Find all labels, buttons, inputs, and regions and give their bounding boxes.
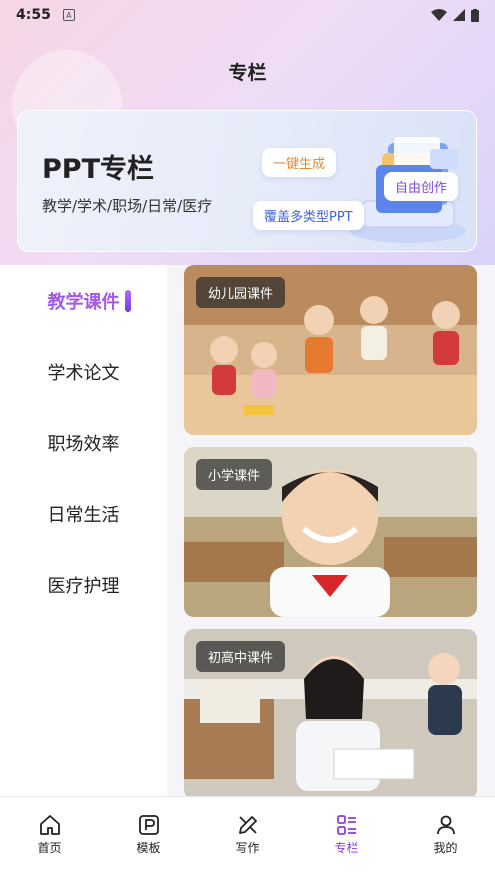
tag-free-create: 自由创作 bbox=[384, 172, 459, 201]
tab-column[interactable]: 专栏 bbox=[297, 797, 396, 880]
card-middle-high-school[interactable]: 初高中课件 bbox=[184, 629, 477, 796]
home-icon bbox=[39, 815, 60, 835]
bottom-tab-bar: 首页 模板 写作 专栏 我的 bbox=[0, 796, 495, 880]
tab-writing[interactable]: 写作 bbox=[198, 797, 297, 880]
banner-subtitle: 教学/学术/职场/日常/医疗 bbox=[42, 197, 213, 215]
sidebar-item-daily[interactable]: 日常生活 bbox=[0, 478, 167, 549]
template-icon bbox=[138, 815, 159, 835]
category-sidebar: 教学课件 学术论文 职场效率 日常生活 医疗护理 bbox=[0, 265, 167, 796]
status-icons bbox=[431, 8, 479, 22]
battery-icon bbox=[471, 8, 479, 22]
ppt-banner[interactable]: PPT专栏 教学/学术/职场/日常/医疗 一键生成 自由创作 覆盖多类型PPT bbox=[17, 110, 477, 252]
card-label: 小学课件 bbox=[196, 459, 273, 490]
tab-label: 我的 bbox=[433, 841, 458, 855]
tag-multi-type: 覆盖多类型PPT bbox=[253, 201, 364, 230]
card-label: 幼儿园课件 bbox=[196, 277, 286, 308]
card-primary-school[interactable]: 小学课件 bbox=[184, 447, 477, 617]
tab-template[interactable]: 模板 bbox=[99, 797, 198, 880]
status-bar: 4:55 A bbox=[0, 0, 495, 30]
banner-title: PPT专栏 bbox=[42, 154, 154, 185]
sidebar-item-teaching[interactable]: 教学课件 bbox=[0, 265, 167, 336]
tab-label: 专栏 bbox=[334, 841, 359, 855]
sidebar-item-label: 医疗护理 bbox=[47, 575, 120, 597]
card-label: 初高中课件 bbox=[196, 641, 286, 672]
pen-icon bbox=[238, 816, 257, 834]
tag-one-click: 一键生成 bbox=[262, 148, 337, 177]
wifi-icon bbox=[431, 9, 447, 21]
card-list: 幼儿园课件 小学课件 初高中课件 bbox=[167, 265, 495, 796]
sidebar-item-academic[interactable]: 学术论文 bbox=[0, 336, 167, 407]
tab-label: 首页 bbox=[37, 841, 62, 855]
tab-label: 模板 bbox=[136, 841, 161, 855]
tab-label: 写作 bbox=[235, 841, 260, 855]
tab-home[interactable]: 首页 bbox=[0, 797, 99, 880]
column-icon bbox=[336, 815, 356, 835]
sidebar-item-label: 教学课件 bbox=[47, 291, 120, 313]
card-kindergarten[interactable]: 幼儿园课件 bbox=[184, 265, 477, 435]
status-time: 4:55 bbox=[16, 7, 51, 23]
sidebar-item-workplace[interactable]: 职场效率 bbox=[0, 407, 167, 478]
page-title: 专栏 bbox=[228, 62, 267, 84]
sidebar-item-label: 职场效率 bbox=[47, 433, 120, 455]
sidebar-item-label: 学术论文 bbox=[47, 362, 120, 384]
notification-icon: A bbox=[62, 9, 75, 21]
sidebar-item-label: 日常生活 bbox=[47, 504, 120, 526]
sidebar-item-medical[interactable]: 医疗护理 bbox=[0, 549, 167, 620]
active-indicator bbox=[125, 289, 131, 312]
profile-icon bbox=[436, 815, 455, 835]
signal-icon bbox=[453, 9, 465, 21]
tab-profile[interactable]: 我的 bbox=[396, 797, 495, 880]
